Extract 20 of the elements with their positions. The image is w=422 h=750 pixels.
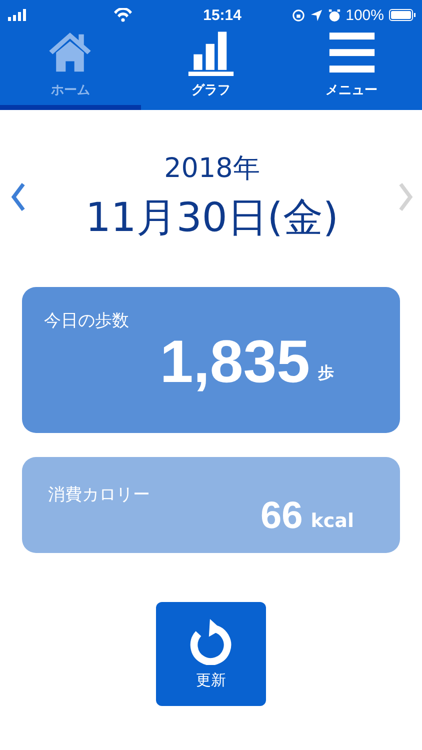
refresh-icon	[188, 618, 234, 664]
rotation-lock-icon	[292, 8, 305, 22]
location-icon	[310, 8, 323, 22]
alarm-icon	[328, 8, 341, 22]
refresh-button[interactable]: 更新	[156, 602, 266, 706]
unit-label: 歩	[318, 363, 334, 384]
year-label: 2018年	[164, 152, 260, 186]
card-label: 今日の歩数	[44, 310, 129, 332]
clock-time: 15:14	[203, 6, 242, 24]
card-value: 1,835	[160, 330, 310, 394]
card-value: 66	[260, 496, 303, 536]
tab[interactable]: メニュー	[281, 30, 422, 110]
signal-icon	[6, 9, 28, 21]
card-label: 消費カロリー	[48, 484, 150, 506]
unit-label: kcal	[310, 510, 354, 532]
battery-icon	[389, 9, 416, 21]
date-label: 11月30日(金)	[85, 194, 338, 242]
tab[interactable]: グラフ	[140, 30, 282, 110]
battery-percent: 100%	[346, 6, 384, 24]
wifi-icon	[113, 8, 133, 22]
